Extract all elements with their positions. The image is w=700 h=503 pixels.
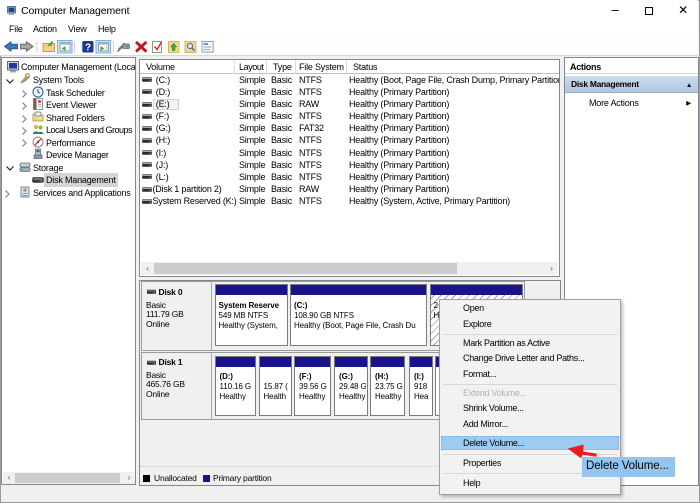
svg-text:?: ?	[85, 42, 91, 53]
